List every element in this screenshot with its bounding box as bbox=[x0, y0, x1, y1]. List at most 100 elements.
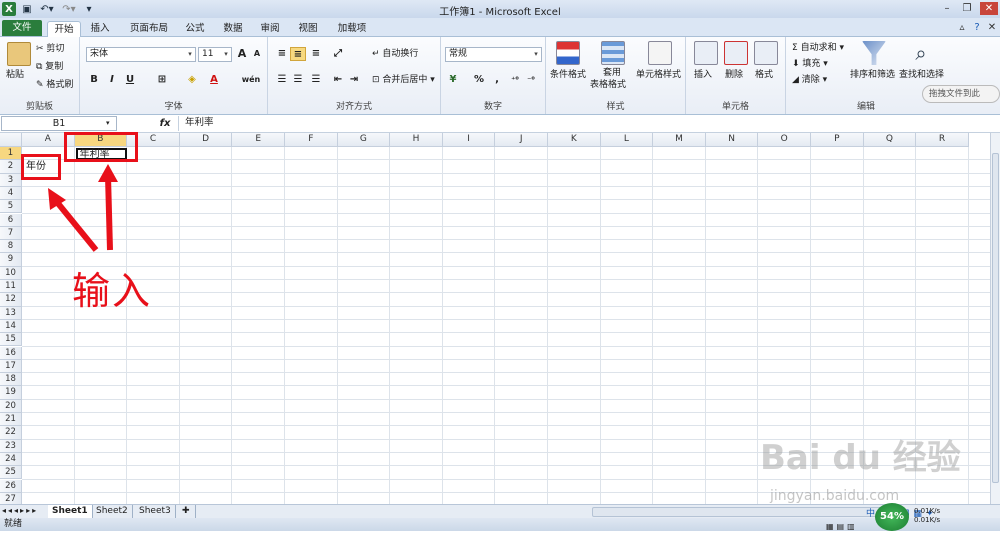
formula-input[interactable]: 年利率 bbox=[178, 116, 988, 131]
row-header-2[interactable]: 2 bbox=[0, 160, 22, 174]
row-header-25[interactable]: 25 bbox=[0, 466, 22, 480]
column-header-m[interactable]: M bbox=[653, 133, 706, 147]
vertical-scroll-thumb[interactable] bbox=[992, 153, 999, 483]
column-header-q[interactable]: Q bbox=[863, 133, 917, 147]
drag-file-widget[interactable]: 拖拽文件到此 bbox=[922, 85, 1000, 103]
align-center-icon[interactable]: ☰ bbox=[290, 73, 306, 87]
minimize-icon[interactable]: – bbox=[940, 2, 954, 15]
column-header-d[interactable]: D bbox=[179, 133, 233, 147]
row-header-11[interactable]: 11 bbox=[0, 280, 22, 294]
merge-center-button[interactable]: ⊡ 合并后居中 ▾ bbox=[372, 74, 435, 86]
wrap-text-button[interactable]: ↵ 自动换行 bbox=[372, 48, 418, 60]
shrink-font-button[interactable]: A bbox=[249, 47, 265, 61]
format-table-icon[interactable] bbox=[601, 41, 625, 65]
column-header-f[interactable]: F bbox=[285, 133, 338, 147]
conditional-format-icon[interactable] bbox=[556, 41, 580, 65]
column-header-r[interactable]: R bbox=[916, 133, 969, 147]
column-header-e[interactable]: E bbox=[232, 133, 285, 147]
row-header-24[interactable]: 24 bbox=[0, 452, 22, 467]
sheet-tab-3[interactable]: Sheet3 bbox=[135, 505, 176, 519]
ribbon-minimize-icon[interactable]: ▵ bbox=[955, 21, 969, 34]
name-box-dropdown-icon[interactable]: ▾ bbox=[106, 119, 110, 127]
column-header-k[interactable]: K bbox=[548, 133, 601, 147]
tab-page-layout[interactable]: 页面布局 bbox=[124, 21, 174, 37]
grow-font-button[interactable]: A bbox=[234, 47, 250, 61]
row-header-7[interactable]: 7 bbox=[0, 226, 22, 241]
format-table-button-l2[interactable]: 表格格式 bbox=[590, 79, 626, 91]
fill-color-icon[interactable]: ◈ bbox=[184, 73, 200, 87]
copy-button[interactable]: ⧉ 复制 bbox=[36, 61, 63, 73]
number-format-select[interactable]: 常规 ▾ bbox=[445, 47, 542, 62]
row-header-3[interactable]: 3 bbox=[0, 173, 22, 187]
tab-view[interactable]: 视图 bbox=[293, 21, 323, 37]
tab-addins[interactable]: 加载项 bbox=[332, 21, 372, 37]
italic-button[interactable]: I bbox=[104, 73, 120, 87]
find-select-button[interactable]: 查找和选择 bbox=[899, 69, 944, 81]
increase-indent-icon[interactable]: ⇥ bbox=[346, 73, 362, 87]
align-bottom-icon[interactable]: ≡ bbox=[308, 47, 324, 61]
autosum-button[interactable]: Σ 自动求和 ▾ bbox=[792, 42, 844, 54]
align-right-icon[interactable]: ☰ bbox=[308, 73, 324, 87]
insert-function-button[interactable]: fx bbox=[158, 116, 172, 131]
column-header-p[interactable]: P bbox=[811, 133, 864, 147]
paste-icon[interactable] bbox=[7, 42, 31, 66]
row-header-5[interactable]: 5 bbox=[0, 200, 22, 214]
phonetic-button[interactable]: wén bbox=[240, 73, 262, 87]
row-header-21[interactable]: 21 bbox=[0, 413, 22, 427]
format-table-button-l1[interactable]: 套用 bbox=[603, 67, 621, 79]
cell-styles-button[interactable]: 单元格样式 bbox=[636, 69, 681, 81]
column-header-g[interactable]: G bbox=[337, 133, 391, 147]
vertical-scrollbar[interactable] bbox=[990, 133, 1000, 504]
row-header-26[interactable]: 26 bbox=[0, 479, 22, 493]
fill-button[interactable]: ⬇ 填充 ▾ bbox=[792, 58, 828, 70]
delete-cells-button[interactable]: 删除 bbox=[725, 69, 743, 81]
align-left-icon[interactable]: ☰ bbox=[274, 73, 290, 87]
workbook-close-icon[interactable]: ✕ bbox=[985, 21, 999, 34]
clear-button[interactable]: ◢ 清除 ▾ bbox=[792, 74, 827, 86]
insert-cells-icon[interactable] bbox=[694, 41, 718, 65]
sort-filter-icon[interactable] bbox=[862, 41, 886, 65]
horizontal-scrollbar[interactable] bbox=[592, 507, 888, 517]
help-icon[interactable]: ? bbox=[970, 21, 984, 34]
close-icon[interactable]: ✕ bbox=[980, 2, 998, 15]
column-header-j[interactable]: J bbox=[495, 133, 548, 147]
row-header-13[interactable]: 13 bbox=[0, 306, 22, 320]
row-header-1[interactable]: 1 bbox=[0, 147, 22, 161]
speed-ball-widget[interactable]: 54% bbox=[875, 503, 909, 531]
tab-review[interactable]: 审阅 bbox=[255, 21, 285, 37]
comma-button[interactable]: , bbox=[489, 73, 505, 87]
row-header-18[interactable]: 18 bbox=[0, 373, 22, 387]
row-header-12[interactable]: 12 bbox=[0, 293, 22, 307]
align-top-icon[interactable]: ≡ bbox=[274, 47, 290, 61]
row-header-4[interactable]: 4 bbox=[0, 186, 22, 201]
orientation-icon[interactable]: ⤢ bbox=[330, 47, 346, 61]
row-header-15[interactable]: 15 bbox=[0, 333, 22, 347]
cut-button[interactable]: ✂ 剪切 bbox=[36, 43, 64, 55]
row-header-23[interactable]: 23 bbox=[0, 439, 22, 453]
name-box[interactable]: B1 bbox=[1, 116, 117, 131]
row-header-9[interactable]: 9 bbox=[0, 253, 22, 267]
row-header-27[interactable]: 27 bbox=[0, 492, 22, 504]
sort-filter-button[interactable]: 排序和筛选 bbox=[850, 69, 895, 81]
row-header-14[interactable]: 14 bbox=[0, 319, 22, 334]
column-header-o[interactable]: O bbox=[758, 133, 811, 147]
decrease-decimal-icon[interactable]: ⁻⁰ bbox=[523, 73, 539, 87]
insert-cells-button[interactable]: 插入 bbox=[694, 69, 712, 81]
binoculars-icon[interactable]: ⌕ bbox=[909, 41, 933, 65]
percent-button[interactable]: % bbox=[471, 73, 487, 87]
font-color-button[interactable]: A bbox=[206, 73, 222, 87]
format-cells-button[interactable]: 格式 bbox=[755, 69, 773, 81]
delete-cells-icon[interactable] bbox=[724, 41, 748, 65]
select-all-corner[interactable] bbox=[0, 133, 22, 147]
insert-sheet-icon[interactable]: ✚ bbox=[178, 505, 196, 519]
tab-formulas[interactable]: 公式 bbox=[180, 21, 210, 37]
decrease-indent-icon[interactable]: ⇤ bbox=[330, 73, 346, 87]
row-header-17[interactable]: 17 bbox=[0, 359, 22, 374]
bold-button[interactable]: B bbox=[86, 73, 102, 87]
borders-icon[interactable]: ⊞ bbox=[154, 73, 170, 87]
currency-icon[interactable]: ¥ bbox=[445, 73, 461, 87]
sheet-tab-1[interactable]: Sheet1 bbox=[48, 505, 93, 519]
row-header-10[interactable]: 10 bbox=[0, 266, 22, 280]
view-mode-icons[interactable]: ▦▤▥ bbox=[826, 520, 858, 533]
tab-insert[interactable]: 插入 bbox=[85, 21, 115, 37]
